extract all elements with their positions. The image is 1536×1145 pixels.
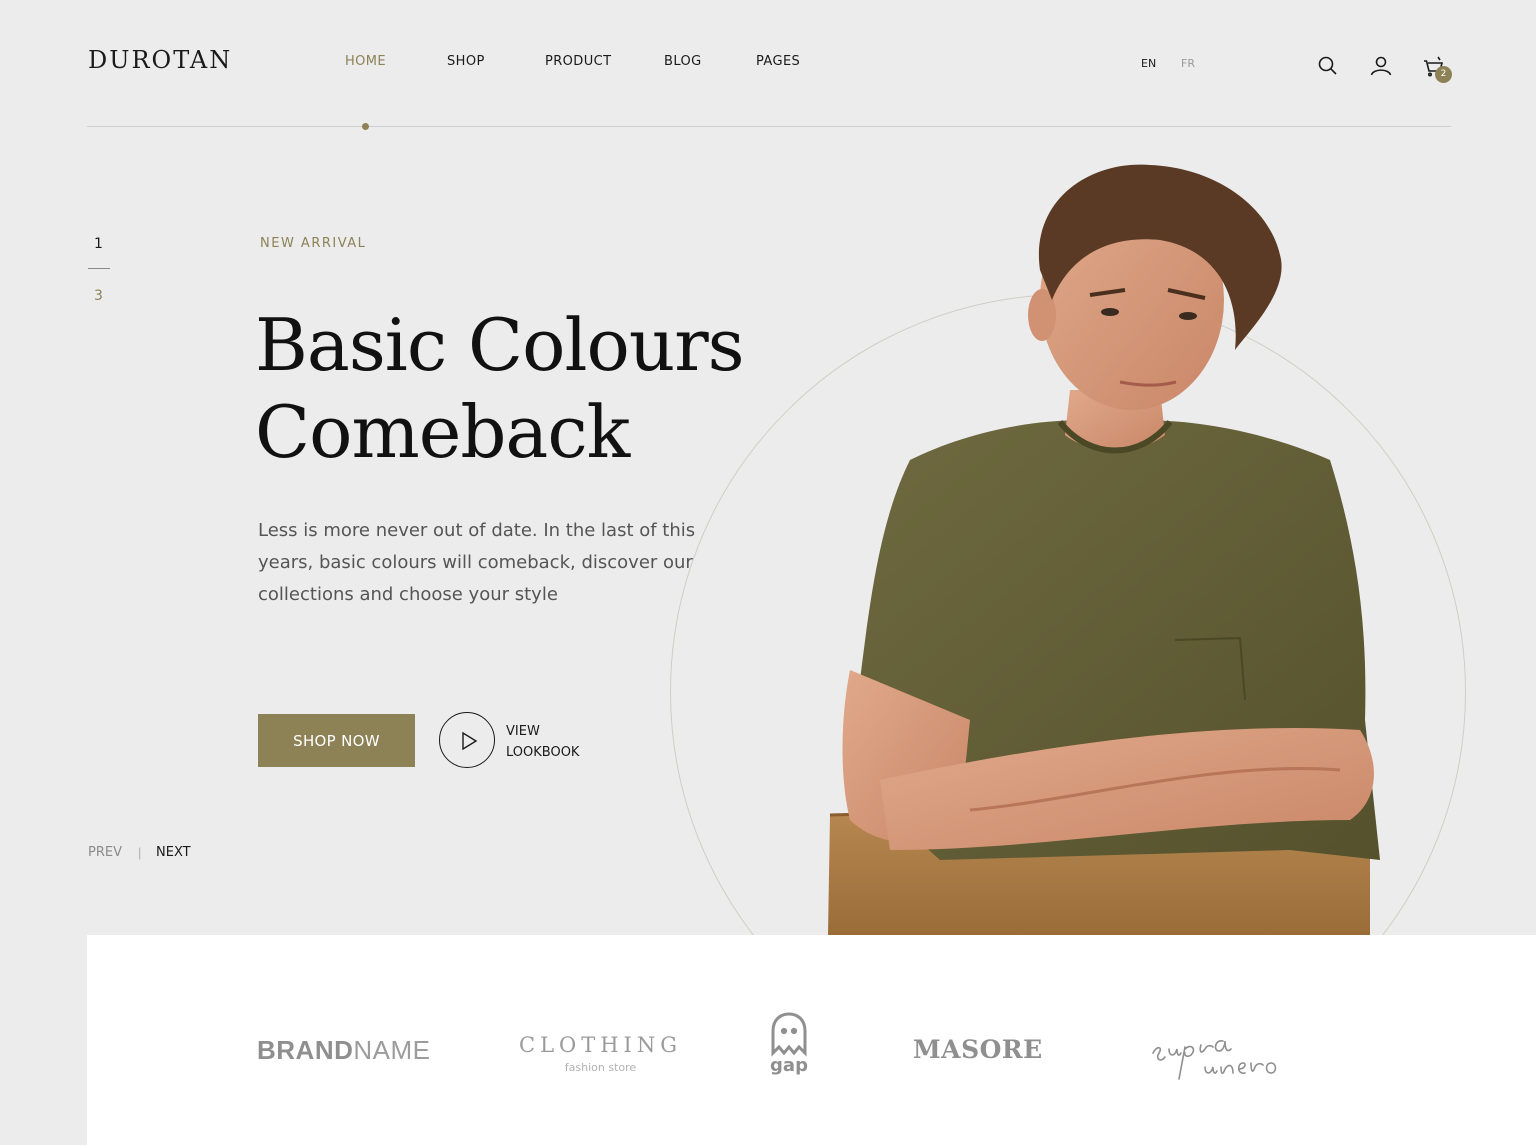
- slide-number-divider: [88, 268, 110, 269]
- nav-item-product[interactable]: PRODUCT: [545, 54, 664, 69]
- ghost-icon: [771, 1012, 807, 1057]
- header-divider: [87, 126, 1451, 127]
- nav-item-pages[interactable]: PAGES: [756, 54, 800, 69]
- shop-now-button[interactable]: SHOP NOW: [258, 714, 415, 767]
- brand-logo-brandname-light: NAME: [353, 1035, 431, 1065]
- view-lookbook-link[interactable]: VIEW LOOKBOOK: [506, 721, 579, 763]
- hero-eyebrow: NEW ARRIVAL: [260, 236, 367, 251]
- nav-item-blog[interactable]: BLOG: [664, 54, 756, 69]
- lookbook-label-line-1: VIEW: [506, 724, 540, 739]
- brand-logo-gap[interactable]: gap: [767, 1011, 811, 1076]
- slide-total-number[interactable]: 3: [94, 288, 103, 304]
- play-button[interactable]: [439, 712, 495, 768]
- brand-logo-clothing-sub: fashion store: [564, 1061, 637, 1074]
- brand-logos-strip: BRANDNAME CLOTHING fashion store gap MAS…: [87, 935, 1536, 1145]
- slider-nav-separator: |: [138, 845, 142, 860]
- next-slide-button[interactable]: NEXT: [156, 845, 191, 860]
- language-en[interactable]: EN: [1141, 57, 1156, 70]
- brand-logo-brandname[interactable]: BRANDNAME: [257, 1035, 431, 1066]
- brand-logo-gap-text: gap: [770, 1055, 808, 1076]
- cart-count-badge: 2: [1435, 66, 1452, 83]
- nav-item-shop[interactable]: SHOP: [447, 54, 545, 69]
- logo[interactable]: DUROTAN: [88, 46, 232, 74]
- brand-logo-clothing[interactable]: CLOTHING fashion store: [519, 1033, 682, 1074]
- brand-logo-clothing-main: CLOTHING: [519, 1033, 682, 1057]
- slide-current-number[interactable]: 1: [94, 236, 103, 252]
- prev-slide-button[interactable]: PREV: [88, 845, 122, 860]
- lookbook-label-line-2: LOOKBOOK: [506, 745, 580, 760]
- hero-title-line-2: Comeback: [255, 390, 630, 474]
- language-fr[interactable]: FR: [1181, 57, 1195, 70]
- brand-logo-supra-unero[interactable]: [1149, 1023, 1285, 1083]
- main-nav: HOME SHOP PRODUCT BLOG PAGES: [345, 54, 800, 69]
- nav-item-home[interactable]: HOME: [345, 54, 447, 69]
- hero-title: Basic Colours Comeback: [255, 302, 745, 476]
- play-icon: [462, 731, 478, 751]
- search-icon[interactable]: [1315, 53, 1341, 79]
- hero-model-image: [820, 160, 1420, 935]
- brand-logo-brandname-bold: BRAND: [257, 1035, 354, 1065]
- hero-title-line-1: Basic Colours: [255, 303, 745, 387]
- hero-description: Less is more never out of date. In the l…: [258, 520, 696, 605]
- supra-unero-script-logo: [1152, 1040, 1277, 1080]
- brand-logo-masore[interactable]: MASORE: [913, 1035, 1043, 1064]
- active-nav-indicator: [362, 123, 369, 130]
- user-icon[interactable]: [1368, 53, 1394, 79]
